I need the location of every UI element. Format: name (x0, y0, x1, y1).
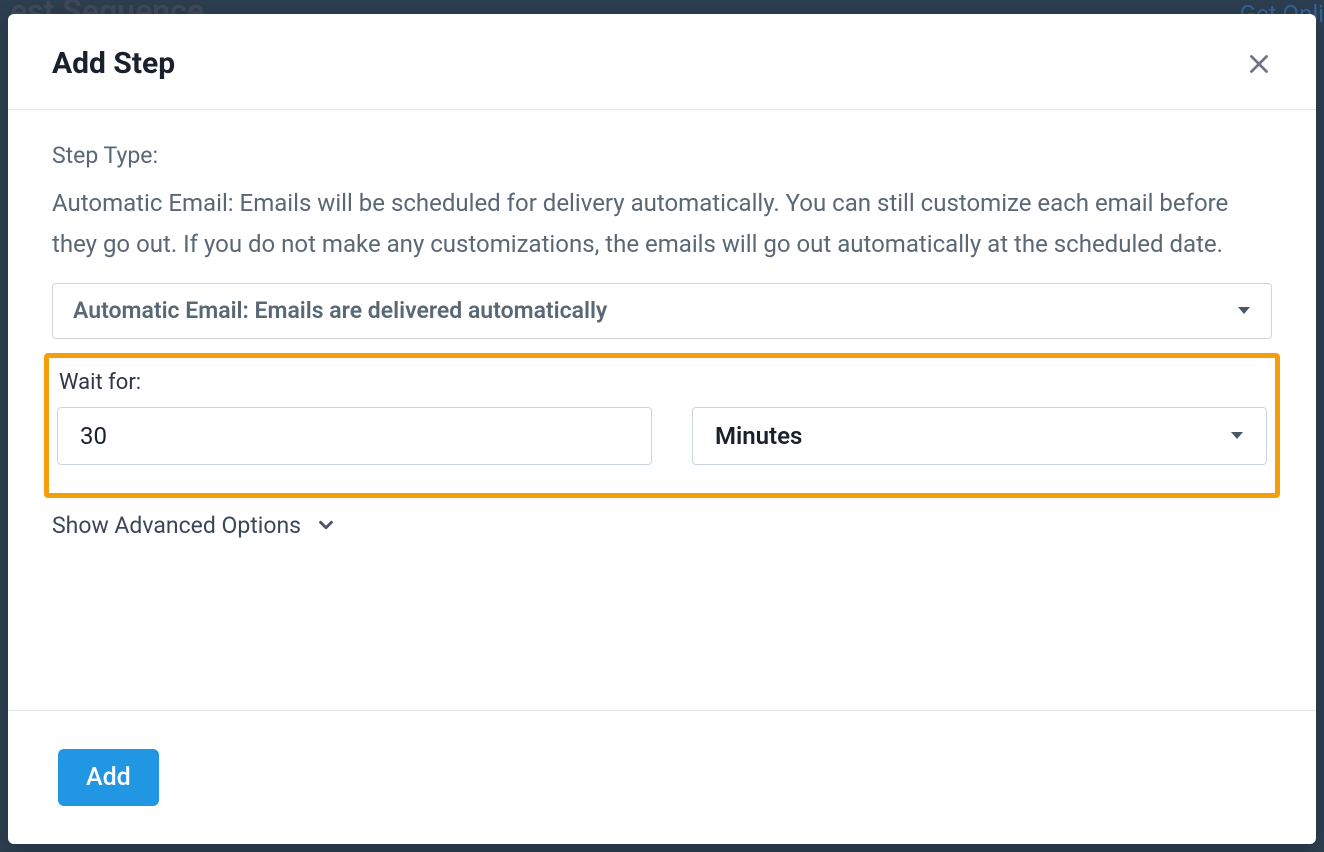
step-type-select-value: Automatic Email: Emails are delivered au… (73, 297, 1237, 324)
add-button[interactable]: Add (58, 749, 159, 806)
close-button[interactable] (1242, 47, 1276, 81)
dropdown-caret-icon (1230, 426, 1244, 445)
step-type-label: Step Type: (52, 142, 1272, 169)
advanced-options-label: Show Advanced Options (52, 512, 301, 539)
modal-header: Add Step (8, 14, 1316, 110)
modal-footer: Add (8, 710, 1316, 844)
wait-section-highlight: Wait for: Minutes (44, 353, 1280, 498)
step-type-select[interactable]: Automatic Email: Emails are delivered au… (52, 283, 1272, 339)
wait-unit-value: Minutes (715, 422, 1230, 450)
add-step-modal: Add Step Step Type: Automatic Email: Ema… (8, 14, 1316, 844)
dropdown-caret-icon (1237, 301, 1251, 320)
step-type-description: Automatic Email: Emails will be schedule… (52, 183, 1272, 265)
chevron-down-icon (315, 514, 337, 536)
wait-for-label: Wait for: (59, 370, 1267, 395)
modal-body: Step Type: Automatic Email: Emails will … (8, 110, 1316, 710)
modal-title: Add Step (52, 46, 175, 81)
wait-duration-input[interactable] (57, 407, 652, 465)
wait-row: Minutes (57, 407, 1267, 465)
wait-unit-select[interactable]: Minutes (692, 407, 1267, 465)
close-icon (1246, 51, 1272, 77)
show-advanced-options-toggle[interactable]: Show Advanced Options (52, 512, 1272, 539)
